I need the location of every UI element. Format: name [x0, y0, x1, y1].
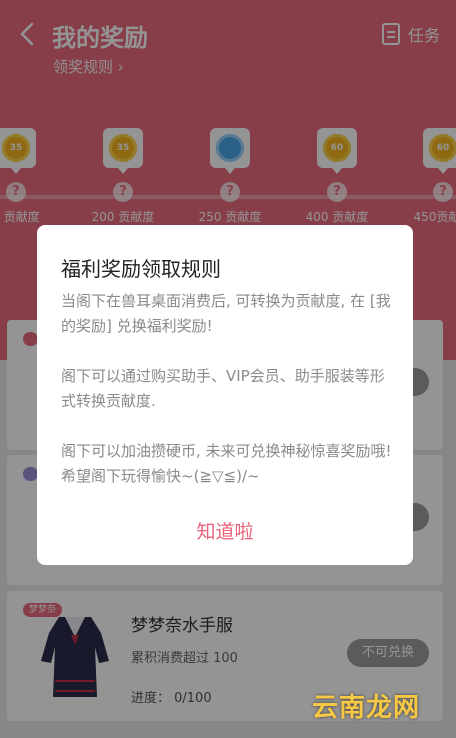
- rules-dialog: 福利奖励领取规则 当阁下在兽耳桌面消费后, 可转换为贡献度, 在 [我的奖励] …: [37, 225, 413, 565]
- watermark: 云南龙网: [312, 687, 420, 724]
- dialog-paragraph: 阁下可以通过购买助手、VIP会员、助手服装等形式转换贡献度.: [61, 367, 385, 410]
- dialog-body: 当阁下在兽耳桌面消费后, 可转换为贡献度, 在 [我的奖励] 兑换福利奖励! 阁…: [61, 289, 399, 514]
- dialog-title: 福利奖励领取规则: [61, 257, 221, 281]
- dialog-paragraph: 阁下可以加油攒硬币, 未来可兑换神秘惊喜奖励哦!希望阁下玩得愉快~(≧▽≦)/~: [61, 442, 392, 485]
- confirm-button[interactable]: 知道啦: [37, 517, 413, 544]
- watermark-text: 云南龙网: [311, 693, 420, 723]
- dialog-paragraph: 当阁下在兽耳桌面消费后, 可转换为贡献度, 在 [我的奖励] 兑换福利奖励!: [61, 292, 391, 335]
